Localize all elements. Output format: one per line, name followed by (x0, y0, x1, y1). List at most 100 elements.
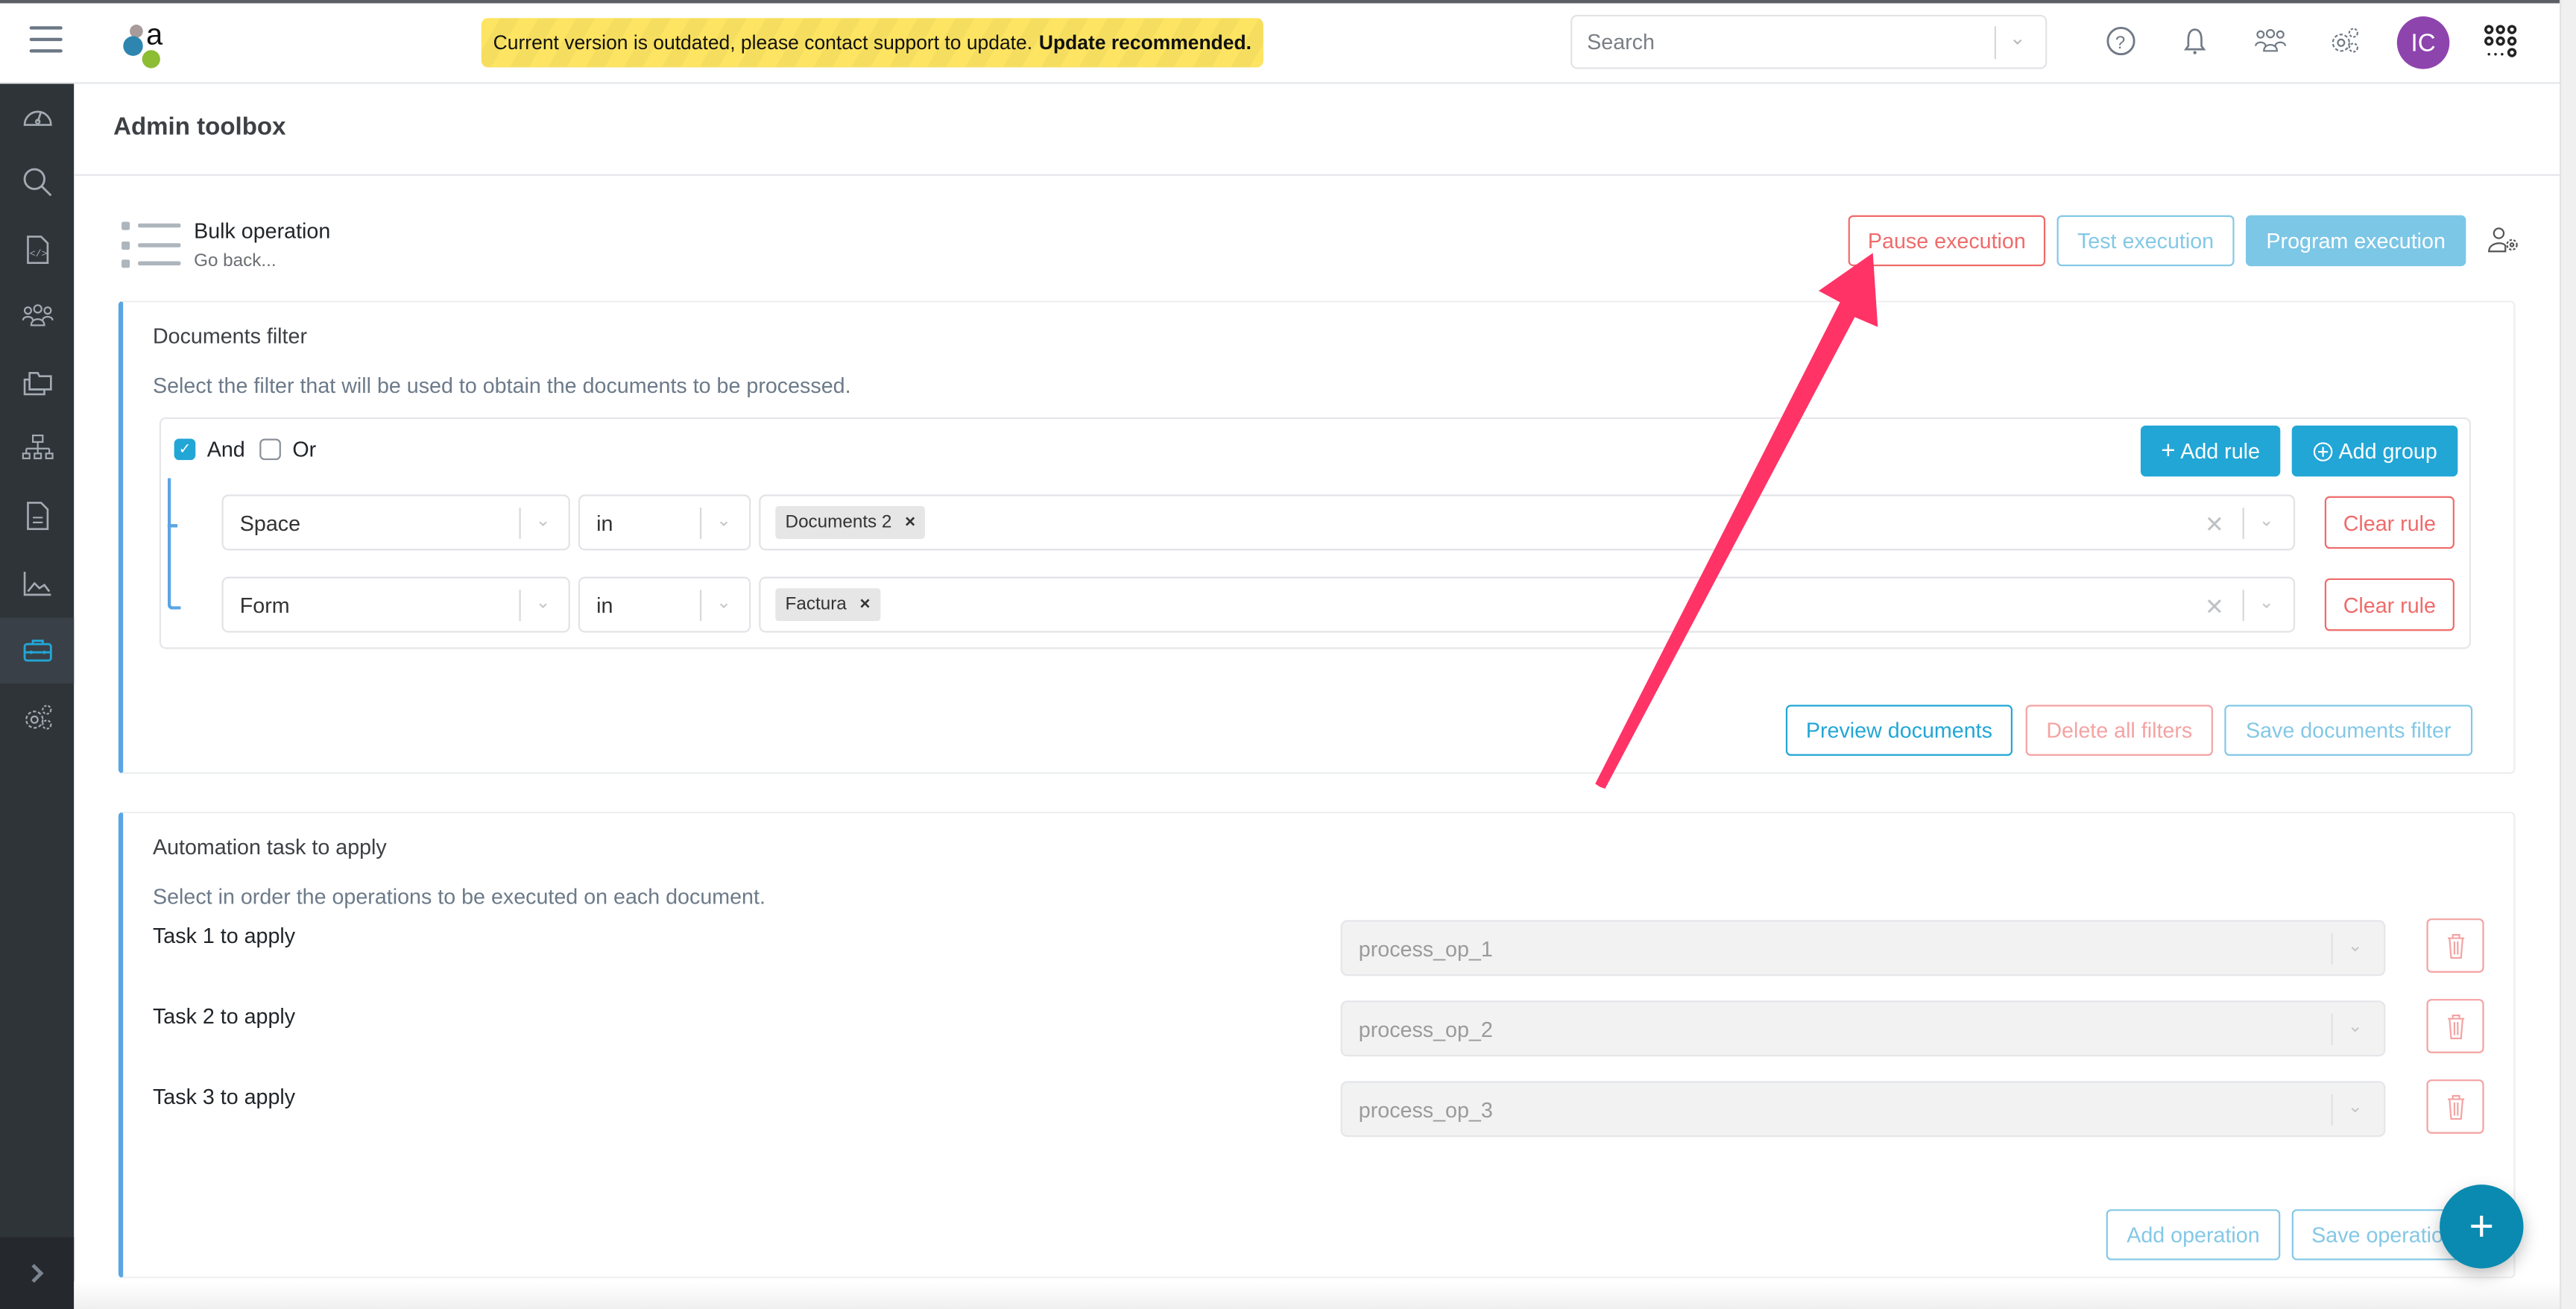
task-1-select[interactable]: process_op_1 ⌄ (1340, 920, 2386, 977)
and-checkbox[interactable]: ✓ (174, 438, 196, 461)
users-icon[interactable] (2253, 23, 2288, 59)
sidebar-item-search[interactable] (0, 150, 74, 215)
task-3-label: Task 3 to apply (152, 1084, 296, 1109)
sidebar-item-dashboard[interactable] (0, 83, 74, 149)
chevron-down-icon[interactable]: ⌄ (2259, 509, 2274, 530)
rule-2-values-select[interactable]: Factura × ✕ ⌄ (759, 576, 2296, 633)
plus-icon: + (2161, 437, 2176, 465)
rule-1-field-value: Space (239, 511, 301, 536)
code-file-icon: </> (26, 236, 48, 264)
task-2-label: Task 2 to apply (152, 1003, 296, 1029)
sidebar-item-documents[interactable] (0, 483, 74, 549)
select-separator (2331, 1013, 2333, 1045)
select-separator (699, 590, 702, 622)
sidebar-item-users[interactable] (0, 283, 74, 348)
trash-icon (2447, 1013, 2464, 1038)
apps-grid-icon[interactable] (2482, 23, 2518, 59)
user-avatar[interactable]: IC (2396, 16, 2450, 69)
list-icon (120, 220, 183, 273)
chevron-down-icon[interactable]: ⌄ (2010, 26, 2026, 49)
delete-task-1-button[interactable] (2426, 918, 2484, 973)
program-execution-button[interactable]: Program execution (2246, 215, 2466, 267)
banner-text: Current version is outdated, please cont… (493, 31, 1033, 54)
settings-icon[interactable] (2326, 23, 2362, 59)
chevron-down-icon[interactable]: ⌄ (716, 509, 731, 530)
app-logo[interactable]: a (119, 16, 177, 69)
rule-1-field-select[interactable]: Space ⌄ (221, 494, 570, 551)
rule-2-operator-select[interactable]: in ⌄ (578, 576, 751, 633)
value-chip-label: Factura (785, 594, 847, 615)
chevron-down-icon[interactable]: ⌄ (2348, 1015, 2363, 1036)
or-label: Or (292, 437, 317, 462)
rule-1-operator-select[interactable]: in ⌄ (578, 494, 751, 551)
sidebar-item-folders[interactable] (0, 350, 74, 415)
rule-2-operator-value: in (596, 593, 613, 618)
chevron-down-icon[interactable]: ⌄ (2259, 591, 2274, 613)
select-separator (2331, 933, 2333, 965)
remove-chip-icon[interactable]: × (905, 513, 915, 532)
bulk-operation-title: Bulk operation (194, 218, 331, 244)
sidebar-item-code[interactable]: </> (0, 217, 74, 283)
task-2-select[interactable]: process_op_2 ⌄ (1340, 1000, 2386, 1057)
chevron-down-icon[interactable]: ⌄ (716, 591, 731, 613)
task-2-value: process_op_2 (1358, 1017, 1493, 1042)
sidebar-item-hierarchy[interactable] (0, 416, 74, 482)
sidebar-item-admin-toolbox[interactable] (0, 617, 75, 684)
clear-rule-1-button[interactable]: Clear rule (2324, 496, 2455, 549)
search-separator (1994, 26, 1996, 60)
hierarchy-icon (21, 434, 53, 460)
sidebar-item-reports[interactable] (0, 550, 74, 616)
task-1-label: Task 1 to apply (152, 923, 296, 948)
delete-task-2-button[interactable] (2426, 999, 2484, 1053)
sidebar-item-settings[interactable] (0, 685, 74, 751)
rule-group-connector-tick (167, 524, 178, 528)
rule-2-field-select[interactable]: Form ⌄ (221, 576, 570, 633)
clear-rule-2-button[interactable]: Clear rule (2324, 578, 2455, 631)
user-settings-icon[interactable] (2487, 225, 2520, 255)
value-chip: Documents 2 × (775, 505, 926, 539)
floating-add-button[interactable]: + (2440, 1185, 2524, 1269)
chevron-right-icon (31, 1264, 43, 1283)
go-back-link[interactable]: Go back... (194, 251, 277, 271)
chevron-down-icon[interactable]: ⌄ (536, 509, 551, 530)
clear-icon[interactable]: ✕ (2205, 511, 2224, 538)
trash-icon (2447, 1094, 2464, 1119)
menu-icon[interactable] (29, 26, 63, 53)
add-rule-button[interactable]: + Add rule (2140, 425, 2281, 477)
add-rule-label: Add rule (2180, 438, 2260, 464)
automation-description: Select in order the operations to be exe… (152, 883, 765, 909)
add-group-button[interactable]: Add group (2291, 425, 2458, 477)
task-3-value: process_op_3 (1358, 1097, 1493, 1123)
bell-icon[interactable] (2176, 23, 2212, 59)
pause-execution-button[interactable]: Pause execution (1848, 215, 2046, 267)
remove-chip-icon[interactable]: × (859, 595, 870, 614)
search-icon (22, 168, 51, 197)
and-label: And (206, 437, 245, 462)
document-icon (26, 502, 48, 531)
help-icon[interactable]: ? (2103, 23, 2138, 59)
search-box[interactable]: ⌄ (1570, 14, 2048, 69)
task-1-value: process_op_1 (1358, 936, 1493, 962)
rule-2-field-value: Form (239, 593, 290, 618)
delete-task-3-button[interactable] (2426, 1079, 2484, 1134)
clear-icon[interactable]: ✕ (2205, 593, 2224, 621)
sidebar-expand-button[interactable] (0, 1237, 75, 1309)
chevron-down-icon[interactable]: ⌄ (2348, 1096, 2363, 1117)
test-execution-button[interactable]: Test execution (2056, 215, 2235, 267)
plus-circle-icon (2312, 441, 2332, 461)
page-title: Admin toolbox (113, 113, 286, 142)
save-documents-filter-button[interactable]: Save documents filter (2224, 704, 2473, 756)
delete-all-filters-button[interactable]: Delete all filters (2025, 704, 2213, 756)
task-3-select[interactable]: process_op_3 ⌄ (1340, 1081, 2386, 1138)
chevron-down-icon[interactable]: ⌄ (2348, 935, 2363, 956)
preview-documents-button[interactable]: Preview documents (1785, 704, 2013, 756)
or-checkbox[interactable] (259, 438, 281, 461)
page-scrollbar[interactable] (2559, 0, 2576, 1309)
rule-1-values-select[interactable]: Documents 2 × ✕ ⌄ (759, 494, 2296, 551)
select-separator (519, 590, 521, 622)
users-icon (21, 304, 53, 327)
add-operation-button[interactable]: Add operation (2106, 1209, 2281, 1261)
chevron-down-icon[interactable]: ⌄ (536, 591, 551, 613)
search-input[interactable] (1572, 16, 2013, 68)
rule-group-connector (167, 478, 181, 610)
